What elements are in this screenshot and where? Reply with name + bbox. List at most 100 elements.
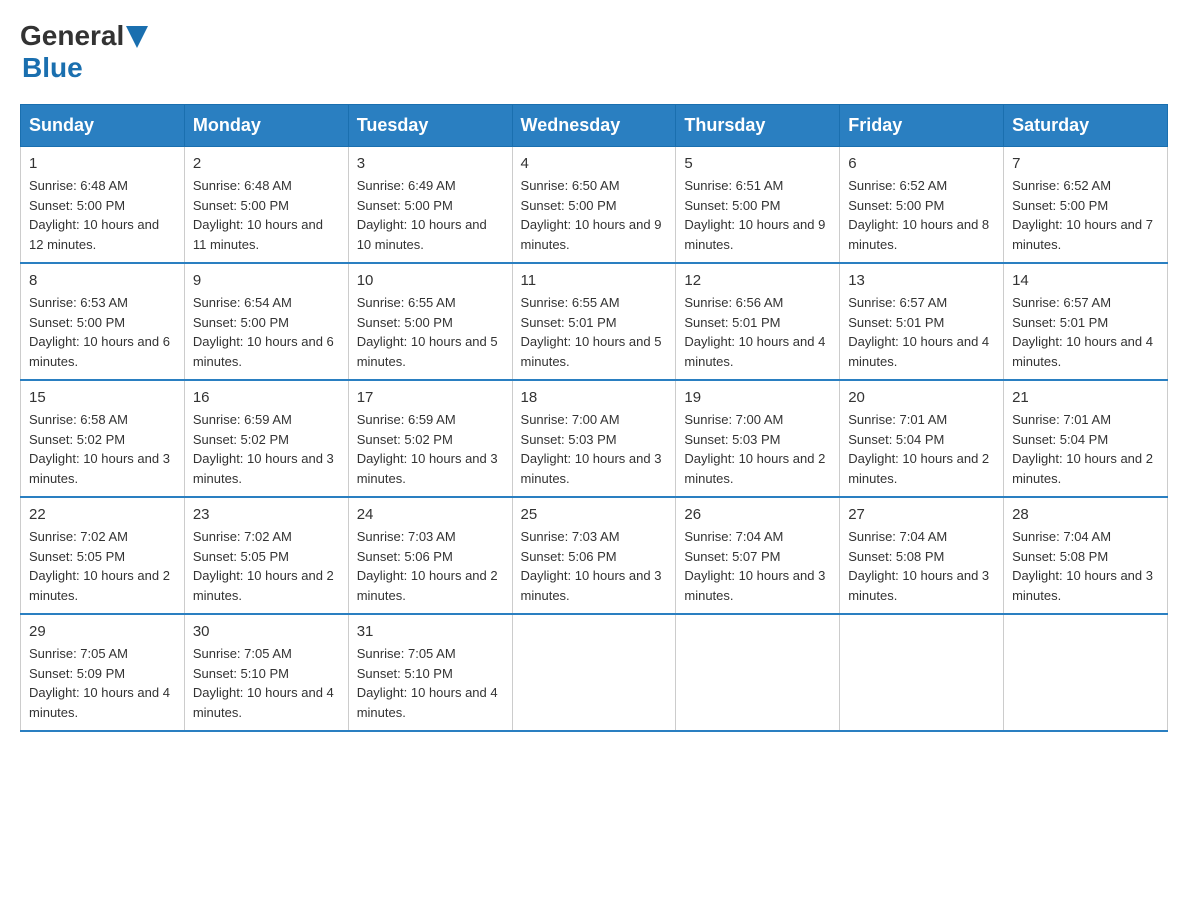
col-header-saturday: Saturday — [1004, 105, 1168, 147]
calendar-cell: 14 Sunrise: 6:57 AM Sunset: 5:01 PM Dayl… — [1004, 263, 1168, 380]
day-info: Sunrise: 7:01 AM Sunset: 5:04 PM Dayligh… — [1012, 410, 1159, 488]
calendar-cell — [512, 614, 676, 731]
day-info: Sunrise: 7:04 AM Sunset: 5:08 PM Dayligh… — [1012, 527, 1159, 605]
day-info: Sunrise: 6:59 AM Sunset: 5:02 PM Dayligh… — [357, 410, 504, 488]
calendar-week-row: 8 Sunrise: 6:53 AM Sunset: 5:00 PM Dayli… — [21, 263, 1168, 380]
calendar-cell: 23 Sunrise: 7:02 AM Sunset: 5:05 PM Dayl… — [184, 497, 348, 614]
calendar-cell: 31 Sunrise: 7:05 AM Sunset: 5:10 PM Dayl… — [348, 614, 512, 731]
day-info: Sunrise: 7:00 AM Sunset: 5:03 PM Dayligh… — [684, 410, 831, 488]
day-number: 4 — [521, 155, 668, 172]
calendar-cell: 28 Sunrise: 7:04 AM Sunset: 5:08 PM Dayl… — [1004, 497, 1168, 614]
calendar-table: SundayMondayTuesdayWednesdayThursdayFrid… — [20, 104, 1168, 732]
day-number: 30 — [193, 623, 340, 640]
calendar-cell: 22 Sunrise: 7:02 AM Sunset: 5:05 PM Dayl… — [21, 497, 185, 614]
logo-general: General — [20, 20, 124, 52]
day-info: Sunrise: 7:04 AM Sunset: 5:07 PM Dayligh… — [684, 527, 831, 605]
day-info: Sunrise: 6:48 AM Sunset: 5:00 PM Dayligh… — [193, 176, 340, 254]
day-number: 27 — [848, 506, 995, 523]
calendar-cell: 17 Sunrise: 6:59 AM Sunset: 5:02 PM Dayl… — [348, 380, 512, 497]
day-info: Sunrise: 6:55 AM Sunset: 5:01 PM Dayligh… — [521, 293, 668, 371]
day-number: 29 — [29, 623, 176, 640]
calendar-cell: 2 Sunrise: 6:48 AM Sunset: 5:00 PM Dayli… — [184, 147, 348, 264]
day-info: Sunrise: 7:05 AM Sunset: 5:09 PM Dayligh… — [29, 644, 176, 722]
calendar-week-row: 1 Sunrise: 6:48 AM Sunset: 5:00 PM Dayli… — [21, 147, 1168, 264]
calendar-cell: 24 Sunrise: 7:03 AM Sunset: 5:06 PM Dayl… — [348, 497, 512, 614]
calendar-cell: 26 Sunrise: 7:04 AM Sunset: 5:07 PM Dayl… — [676, 497, 840, 614]
calendar-cell — [840, 614, 1004, 731]
calendar-cell: 1 Sunrise: 6:48 AM Sunset: 5:00 PM Dayli… — [21, 147, 185, 264]
calendar-cell: 29 Sunrise: 7:05 AM Sunset: 5:09 PM Dayl… — [21, 614, 185, 731]
day-number: 23 — [193, 506, 340, 523]
calendar-cell: 4 Sunrise: 6:50 AM Sunset: 5:00 PM Dayli… — [512, 147, 676, 264]
day-number: 31 — [357, 623, 504, 640]
day-number: 13 — [848, 272, 995, 289]
calendar-cell: 13 Sunrise: 6:57 AM Sunset: 5:01 PM Dayl… — [840, 263, 1004, 380]
day-info: Sunrise: 7:05 AM Sunset: 5:10 PM Dayligh… — [357, 644, 504, 722]
day-number: 24 — [357, 506, 504, 523]
calendar-cell: 6 Sunrise: 6:52 AM Sunset: 5:00 PM Dayli… — [840, 147, 1004, 264]
calendar-cell: 10 Sunrise: 6:55 AM Sunset: 5:00 PM Dayl… — [348, 263, 512, 380]
day-number: 12 — [684, 272, 831, 289]
col-header-friday: Friday — [840, 105, 1004, 147]
calendar-week-row: 22 Sunrise: 7:02 AM Sunset: 5:05 PM Dayl… — [21, 497, 1168, 614]
calendar-cell: 3 Sunrise: 6:49 AM Sunset: 5:00 PM Dayli… — [348, 147, 512, 264]
day-info: Sunrise: 6:51 AM Sunset: 5:00 PM Dayligh… — [684, 176, 831, 254]
day-number: 20 — [848, 389, 995, 406]
day-info: Sunrise: 6:59 AM Sunset: 5:02 PM Dayligh… — [193, 410, 340, 488]
day-info: Sunrise: 6:52 AM Sunset: 5:00 PM Dayligh… — [848, 176, 995, 254]
day-info: Sunrise: 6:50 AM Sunset: 5:00 PM Dayligh… — [521, 176, 668, 254]
day-info: Sunrise: 7:02 AM Sunset: 5:05 PM Dayligh… — [29, 527, 176, 605]
day-number: 5 — [684, 155, 831, 172]
calendar-week-row: 29 Sunrise: 7:05 AM Sunset: 5:09 PM Dayl… — [21, 614, 1168, 731]
day-info: Sunrise: 6:56 AM Sunset: 5:01 PM Dayligh… — [684, 293, 831, 371]
calendar-cell: 8 Sunrise: 6:53 AM Sunset: 5:00 PM Dayli… — [21, 263, 185, 380]
calendar-cell: 21 Sunrise: 7:01 AM Sunset: 5:04 PM Dayl… — [1004, 380, 1168, 497]
day-info: Sunrise: 7:02 AM Sunset: 5:05 PM Dayligh… — [193, 527, 340, 605]
col-header-monday: Monday — [184, 105, 348, 147]
calendar-cell — [676, 614, 840, 731]
day-info: Sunrise: 6:58 AM Sunset: 5:02 PM Dayligh… — [29, 410, 176, 488]
day-number: 16 — [193, 389, 340, 406]
day-info: Sunrise: 6:54 AM Sunset: 5:00 PM Dayligh… — [193, 293, 340, 371]
day-number: 26 — [684, 506, 831, 523]
day-info: Sunrise: 6:52 AM Sunset: 5:00 PM Dayligh… — [1012, 176, 1159, 254]
day-info: Sunrise: 6:49 AM Sunset: 5:00 PM Dayligh… — [357, 176, 504, 254]
day-number: 9 — [193, 272, 340, 289]
day-info: Sunrise: 6:48 AM Sunset: 5:00 PM Dayligh… — [29, 176, 176, 254]
day-info: Sunrise: 6:57 AM Sunset: 5:01 PM Dayligh… — [848, 293, 995, 371]
calendar-cell: 27 Sunrise: 7:04 AM Sunset: 5:08 PM Dayl… — [840, 497, 1004, 614]
calendar-cell: 5 Sunrise: 6:51 AM Sunset: 5:00 PM Dayli… — [676, 147, 840, 264]
calendar-week-row: 15 Sunrise: 6:58 AM Sunset: 5:02 PM Dayl… — [21, 380, 1168, 497]
day-number: 15 — [29, 389, 176, 406]
day-number: 6 — [848, 155, 995, 172]
calendar-cell: 12 Sunrise: 6:56 AM Sunset: 5:01 PM Dayl… — [676, 263, 840, 380]
day-number: 14 — [1012, 272, 1159, 289]
calendar-cell: 16 Sunrise: 6:59 AM Sunset: 5:02 PM Dayl… — [184, 380, 348, 497]
calendar-cell: 20 Sunrise: 7:01 AM Sunset: 5:04 PM Dayl… — [840, 380, 1004, 497]
day-number: 10 — [357, 272, 504, 289]
calendar-cell: 18 Sunrise: 7:00 AM Sunset: 5:03 PM Dayl… — [512, 380, 676, 497]
day-number: 7 — [1012, 155, 1159, 172]
logo-arrow-icon — [126, 26, 148, 48]
col-header-sunday: Sunday — [21, 105, 185, 147]
day-number: 28 — [1012, 506, 1159, 523]
day-number: 17 — [357, 389, 504, 406]
logo-blue: Blue — [22, 52, 83, 83]
day-number: 21 — [1012, 389, 1159, 406]
col-header-wednesday: Wednesday — [512, 105, 676, 147]
calendar-cell: 19 Sunrise: 7:00 AM Sunset: 5:03 PM Dayl… — [676, 380, 840, 497]
col-header-thursday: Thursday — [676, 105, 840, 147]
col-header-tuesday: Tuesday — [348, 105, 512, 147]
day-info: Sunrise: 7:00 AM Sunset: 5:03 PM Dayligh… — [521, 410, 668, 488]
calendar-cell: 9 Sunrise: 6:54 AM Sunset: 5:00 PM Dayli… — [184, 263, 348, 380]
day-info: Sunrise: 7:03 AM Sunset: 5:06 PM Dayligh… — [521, 527, 668, 605]
calendar-cell: 25 Sunrise: 7:03 AM Sunset: 5:06 PM Dayl… — [512, 497, 676, 614]
calendar-header-row: SundayMondayTuesdayWednesdayThursdayFrid… — [21, 105, 1168, 147]
day-number: 11 — [521, 272, 668, 289]
day-info: Sunrise: 7:04 AM Sunset: 5:08 PM Dayligh… — [848, 527, 995, 605]
calendar-cell: 7 Sunrise: 6:52 AM Sunset: 5:00 PM Dayli… — [1004, 147, 1168, 264]
day-info: Sunrise: 7:03 AM Sunset: 5:06 PM Dayligh… — [357, 527, 504, 605]
day-info: Sunrise: 6:55 AM Sunset: 5:00 PM Dayligh… — [357, 293, 504, 371]
day-number: 25 — [521, 506, 668, 523]
day-number: 22 — [29, 506, 176, 523]
